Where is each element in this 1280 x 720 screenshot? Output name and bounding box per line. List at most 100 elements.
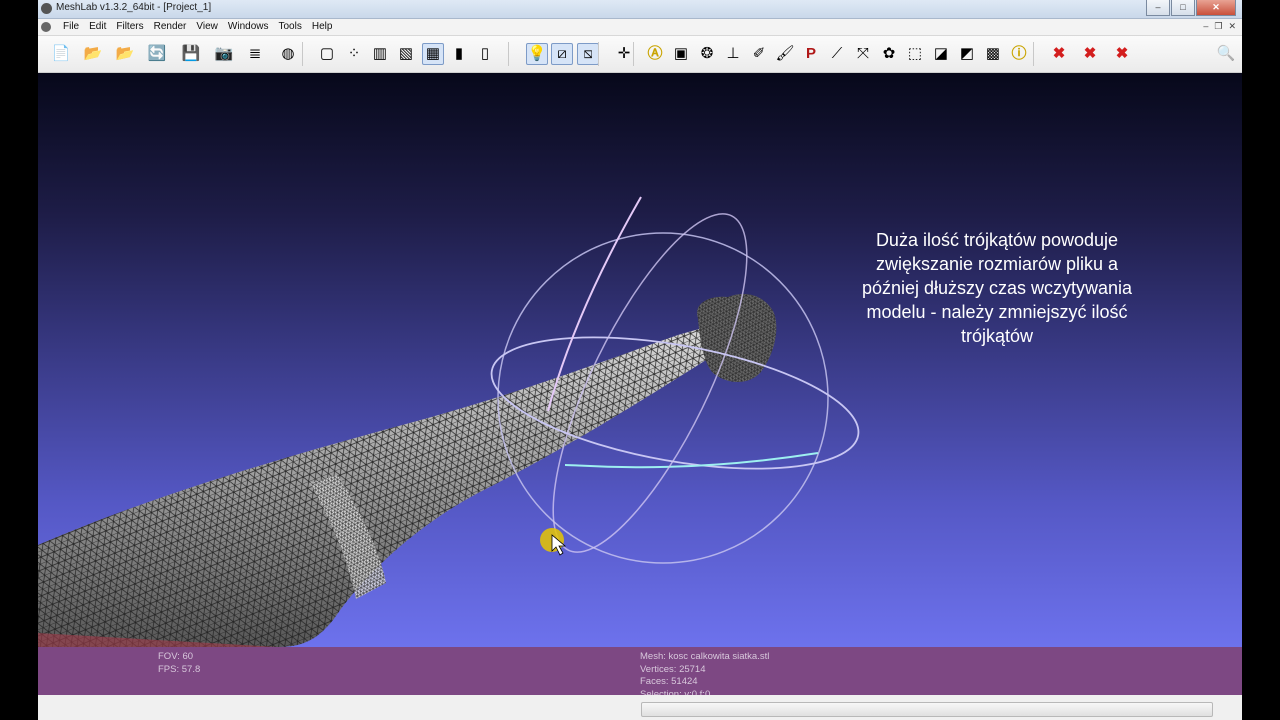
measure-button[interactable]: ⟋ [826,43,848,65]
menu-view[interactable]: View [191,20,223,33]
select-connected-icon: ◩ [959,45,975,62]
menu-edit[interactable]: Edit [84,20,111,33]
search-icon: 🔍 [1216,45,1236,62]
light-icon: 💡 [527,45,547,62]
vertices-text: Vertices: 25714 [640,663,706,675]
flat-button[interactable]: ▮ [448,43,470,65]
raster-icon: ▩ [985,45,1001,62]
bone-mesh [38,327,722,647]
delete-vertices-button[interactable]: ✖ [1048,43,1070,65]
raster-button[interactable]: ▩ [982,43,1004,65]
faces-text: Faces: 51424 [640,676,698,687]
new-project-icon: 📄 [51,45,71,62]
new-project-button[interactable]: 📄 [50,43,72,65]
select-vertices-button[interactable]: ⬚ [904,43,926,65]
reload-button[interactable]: 🔄 [146,43,168,65]
align-button[interactable]: ⤧ [852,43,874,65]
fps-text: FPS: 57.8 [158,663,201,675]
import-mesh-button[interactable]: 📂 [114,43,136,65]
left-black-border [0,0,38,720]
align-icon: ⤧ [856,45,869,62]
reload-icon: 🔄 [147,45,167,62]
menu-filters[interactable]: Filters [111,20,148,33]
select-faces-icon: ◪ [933,45,949,62]
select-connected-button[interactable]: ◩ [956,43,978,65]
trackball-button[interactable]: ✛ [613,43,635,65]
close-button[interactable]: ✕ [1196,0,1236,16]
export-mesh-button[interactable]: 💾 [180,43,202,65]
menu-tools[interactable]: Tools [273,20,306,33]
mesh-scene [38,190,868,647]
bounding-box-icon: ▢ [319,45,335,62]
axis-button[interactable]: ⊥ [722,43,744,65]
pickpoints-button[interactable]: P [800,43,822,65]
fancy-light-button[interactable]: ⧅ [577,43,599,65]
mesh-info: Mesh: kosc calkowita siatka.stl Vertices… [640,651,769,701]
right-black-border [1242,0,1280,720]
flat-lines-button[interactable]: ▦ [422,43,444,65]
toolbar-separator [633,42,634,66]
doc-restore-button[interactable]: ❐ [1214,21,1222,32]
export-mesh-icon: 💾 [181,45,201,62]
delete-faces-button[interactable]: ✖ [1079,43,1101,65]
menu-windows[interactable]: Windows [223,20,274,33]
delete-all-button[interactable]: ✖ [1111,43,1133,65]
layers-button[interactable]: ≣ [244,43,266,65]
delete-faces-icon: ✖ [1083,45,1097,62]
title-bar: MeshLab v1.3.2_64bit - [Project_1] – □ ✕ [38,0,1242,19]
text-annotation-icon: Ⓐ [647,45,663,62]
trackball-icon: ✛ [617,45,631,62]
progress-bar [641,702,1213,717]
menu-help[interactable]: Help [307,20,338,33]
annotation-text: Duża ilość trójkątów powoduje zwiększani… [861,230,1133,346]
background-icon: ▣ [673,45,689,62]
fov-text: FOV: 60 [158,651,194,662]
fancy-light-icon: ⧅ [583,45,593,62]
doc-minimize-button[interactable]: – [1203,21,1208,32]
delete-vertices-icon: ✖ [1052,45,1066,62]
3d-viewport[interactable]: Duża ilość trójkątów powoduje zwiększani… [38,73,1242,647]
minimize-button[interactable]: – [1146,0,1170,16]
smooth-icon: ▯ [480,45,490,62]
light-button[interactable]: 💡 [526,43,548,65]
measure-icon: ⟋ [831,45,843,62]
bounding-box-button[interactable]: ▢ [316,43,338,65]
color-pick-button[interactable]: ✐ [748,43,770,65]
flat-lines-icon: ▦ [425,45,441,62]
delete-all-icon: ✖ [1115,45,1129,62]
text-annotation-button[interactable]: Ⓐ [644,43,666,65]
select-faces-button[interactable]: ◪ [930,43,952,65]
snapshot-icon: 📷 [214,45,234,62]
menu-bar: File Edit Filters Render View Windows To… [38,19,1242,36]
toolbar: 📄 📂 📂 🔄 💾 📷 ≣ ◍ ▢ ⁘ ▥ ▧ ▦ ▮ ▯ 💡 ⧄ ⧅ ✛ Ⓐ ▣ ❂ ⊥ ✐ 🖌 P ⟋ ⤧ ✿ ⬚ ◪ ◩ ▩ ⓘ ✖ ✖ ✖ 🔍 [38,36,1242,73]
maximize-button[interactable]: □ [1171,0,1195,16]
paint-button[interactable]: ✿ [878,43,900,65]
document-icon[interactable] [41,22,51,32]
color-pick-icon: ✐ [752,45,766,62]
wireframe-button[interactable]: ▥ [369,43,391,65]
background-button[interactable]: ▣ [670,43,692,65]
points-button[interactable]: ⁘ [343,43,365,65]
doc-close-button[interactable]: ✕ [1228,21,1236,32]
texture-icon: ❂ [700,45,714,62]
search-button[interactable]: 🔍 [1215,43,1237,65]
open-project-icon: 📂 [83,45,103,62]
menu-items: File Edit Filters Render View Windows To… [58,20,337,33]
double-light-button[interactable]: ⧄ [551,43,573,65]
snapshot-button[interactable]: 📷 [213,43,235,65]
info-button[interactable]: ⓘ [1008,43,1030,65]
menu-render[interactable]: Render [149,20,192,33]
import-mesh-icon: 📂 [115,45,135,62]
open-project-button[interactable]: 📂 [82,43,104,65]
hidden-lines-icon: ▧ [398,45,414,62]
paint-brush-button[interactable]: 🖌 [774,43,796,65]
smooth-button[interactable]: ▯ [474,43,496,65]
shading-sphere-button[interactable]: ◍ [277,43,299,65]
trackball-gizmo[interactable] [482,190,868,575]
select-vertices-icon: ⬚ [907,45,923,62]
toolbar-separator [598,42,599,66]
texture-button[interactable]: ❂ [696,43,718,65]
menu-file[interactable]: File [58,20,84,33]
points-icon: ⁘ [347,45,361,62]
hidden-lines-button[interactable]: ▧ [395,43,417,65]
